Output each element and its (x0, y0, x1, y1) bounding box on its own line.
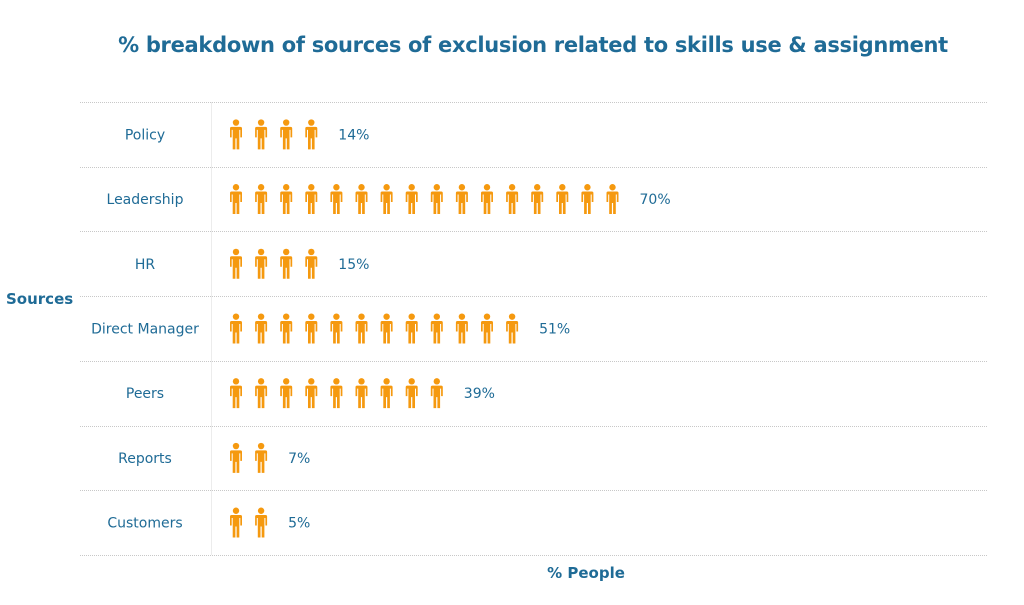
person-icon (430, 313, 443, 344)
person-icon (230, 507, 242, 538)
value-label: 70% (640, 192, 671, 208)
value-label: 14% (338, 127, 369, 143)
category-label: Customers (107, 516, 182, 532)
person-icon (430, 184, 443, 215)
value-label: 7% (288, 451, 310, 467)
person-icon (405, 184, 418, 215)
person-icon (581, 184, 594, 215)
person-icon (380, 184, 393, 215)
person-icon (255, 378, 268, 409)
value-label: 39% (464, 386, 495, 402)
person-icon (430, 378, 443, 409)
person-icon (230, 313, 242, 344)
person-icon (481, 313, 493, 344)
person-icon (230, 442, 242, 473)
person-icon (455, 313, 468, 344)
person-icon (355, 184, 368, 215)
category-label: Direct Manager (91, 321, 199, 337)
person-icon (481, 184, 493, 215)
chart-row: Peers 39% (126, 378, 495, 409)
person-icon (330, 378, 343, 409)
pictogram-chart: Policy 14% Leadership 70% HR 15% Direct Manage… (80, 102, 987, 556)
person-icon (255, 184, 268, 215)
chart-row: Leadership 70% (107, 184, 671, 215)
category-label: Reports (118, 451, 172, 467)
chart-row: Customers 5% (107, 507, 310, 538)
chart-rows: Policy 14% Leadership 70% HR 15% Direct Manage… (91, 119, 671, 538)
person-icon (380, 378, 393, 409)
person-icon (556, 184, 569, 215)
chart-row: Direct Manager 51% (91, 313, 570, 344)
person-icon (405, 313, 418, 344)
person-icon (230, 378, 242, 409)
category-label: Leadership (107, 192, 184, 208)
person-icon (255, 313, 268, 344)
person-icon (280, 184, 293, 215)
chart-row: Policy 14% (125, 119, 369, 150)
person-icon (531, 184, 544, 215)
person-icon (255, 248, 268, 279)
person-icon (230, 184, 242, 215)
person-icon (305, 378, 318, 409)
grid-lines (80, 102, 987, 556)
person-icon (455, 184, 468, 215)
person-icon (280, 378, 293, 409)
person-icon (305, 313, 318, 344)
person-icon (330, 313, 343, 344)
person-icon (606, 184, 619, 215)
person-icon (355, 313, 368, 344)
person-icon (305, 119, 318, 150)
person-icon (230, 248, 242, 279)
person-icon (305, 184, 318, 215)
category-label: Policy (125, 127, 165, 143)
category-label: Peers (126, 386, 164, 402)
person-icon (255, 119, 268, 150)
chart-row: HR 15% (135, 248, 369, 279)
person-icon (230, 119, 242, 150)
person-icon (255, 442, 268, 473)
value-label: 5% (288, 516, 310, 532)
person-icon (280, 248, 293, 279)
person-icon (506, 184, 519, 215)
person-icon (380, 313, 393, 344)
person-icon (355, 378, 368, 409)
person-icon (330, 184, 343, 215)
value-label: 51% (539, 321, 570, 337)
person-icon (506, 313, 519, 344)
person-icon (280, 119, 293, 150)
person-icon (305, 248, 318, 279)
category-label: HR (135, 257, 156, 273)
person-icon (280, 313, 293, 344)
person-icon (255, 507, 268, 538)
person-icon (405, 378, 418, 409)
value-label: 15% (338, 257, 369, 273)
chart-row: Reports 7% (118, 442, 310, 473)
